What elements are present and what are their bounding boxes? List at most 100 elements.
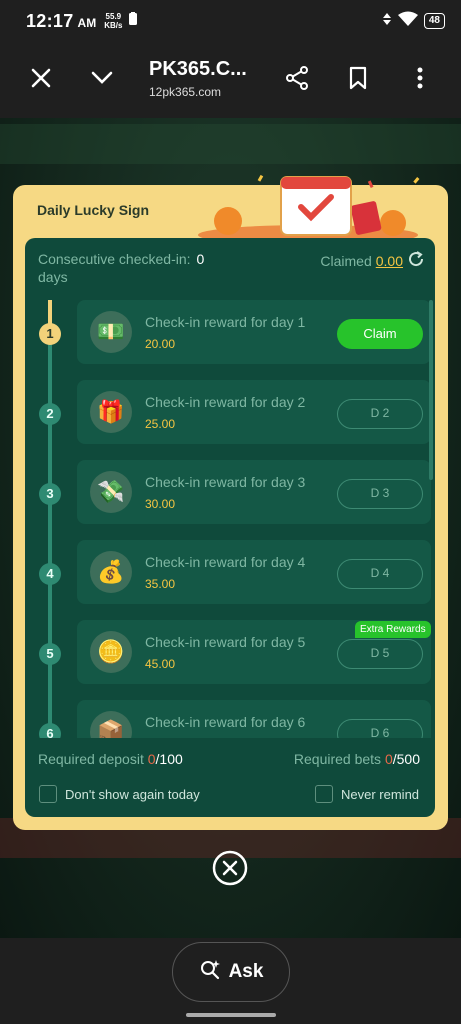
step-marker: 6 (39, 723, 61, 738)
ask-label: Ask (228, 961, 264, 982)
reward-row: 1 💵 Check-in reward for day 1 20.00 Clai… (25, 300, 435, 364)
close-tab-button[interactable] (19, 58, 63, 102)
cash-pile-icon: 💸 (90, 471, 132, 513)
reward-row: 4 💰 Check-in reward for day 4 35.00 D 4 (25, 540, 435, 604)
phone-icon (128, 11, 138, 31)
reward-row: 3 💸 Check-in reward for day 3 30.00 D 3 (25, 460, 435, 524)
day-button[interactable]: D 3 (337, 479, 423, 509)
home-indicator[interactable] (186, 1013, 276, 1017)
battery-indicator: 48 (423, 13, 445, 29)
page-title: PK365.C... (149, 58, 247, 80)
reward-amount: 45.00 (145, 657, 176, 671)
extra-rewards-badge: Extra Rewards (355, 621, 431, 638)
day-button[interactable]: D 6 (337, 719, 423, 738)
reward-amount: 25.00 (145, 417, 176, 431)
day-button[interactable]: D 4 (337, 559, 423, 589)
minimize-button[interactable] (80, 58, 124, 102)
background-header-strip (0, 124, 461, 164)
reward-card: 📦 Check-in reward for day 6 D 6 (77, 700, 431, 738)
reward-label: Check-in reward for day 2 (145, 394, 306, 410)
dont-show-today-label: Don't show again today (65, 786, 200, 802)
browser-toolbar: PK365.C... 12pk365.com (0, 42, 461, 118)
gold-coins-icon: 🪙 (90, 631, 132, 673)
claim-button[interactable]: Claim (337, 319, 423, 349)
required-bets: Required bets 0/500 (294, 751, 420, 767)
consecutive-unit: days (38, 269, 68, 285)
reward-amount: 30.00 (145, 497, 176, 511)
more-vertical-icon (417, 67, 423, 94)
required-bets-label: Required bets (293, 751, 382, 767)
day-button[interactable]: D 5 (337, 639, 423, 669)
reward-label: Check-in reward for day 1 (145, 314, 306, 330)
reward-label: Check-in reward for day 5 (145, 634, 306, 650)
reward-label: Check-in reward for day 3 (145, 474, 306, 490)
page-url: 12pk365.com (149, 85, 222, 99)
chevron-down-icon (90, 70, 114, 91)
reward-amount: 35.00 (145, 577, 176, 591)
money-stack-icon: 💵 (90, 311, 132, 353)
required-deposit-total: /100 (155, 751, 183, 767)
step-marker: 2 (39, 403, 61, 425)
network-speed-unit: KB/s (104, 21, 123, 30)
required-deposit: Required deposit 0/100 (38, 751, 183, 767)
required-deposit-current: 0 (147, 751, 156, 767)
required-bets-current: 0 (384, 751, 393, 767)
never-remind-checkbox[interactable] (315, 785, 333, 803)
ask-button[interactable]: Ask (172, 942, 290, 1002)
status-bar: 12:17 AM 55.9 KB/s 48 (0, 0, 461, 42)
modal-title: Daily Lucky Sign (37, 202, 150, 218)
reward-row: 2 🎁 Check-in reward for day 2 25.00 D 2 (25, 380, 435, 444)
bookmark-button[interactable] (336, 58, 380, 102)
reward-card: 🎁 Check-in reward for day 2 25.00 D 2 (77, 380, 431, 444)
claimed-label: Claimed (320, 252, 372, 269)
never-remind-option[interactable]: Never remind (315, 785, 419, 803)
consecutive-label: Consecutive checked-in: (38, 251, 191, 267)
day-button[interactable]: D 2 (337, 399, 423, 429)
reward-card: 💵 Check-in reward for day 1 20.00 Claim (77, 300, 431, 364)
data-arrows-icon (382, 12, 392, 31)
gift-box-icon: 🎁 (90, 391, 132, 433)
claimed-value: 0.00 (375, 252, 403, 269)
reward-amount: 20.00 (145, 337, 176, 351)
dont-show-today-option[interactable]: Don't show again today (39, 785, 200, 803)
network-speed-value: 55.9 (105, 12, 122, 21)
modal-header: Daily Lucky Sign (13, 174, 448, 243)
dont-show-today-checkbox[interactable] (39, 785, 57, 803)
bottom-bar: Ask (0, 938, 461, 1024)
close-icon (30, 67, 52, 94)
reward-card: 💸 Check-in reward for day 3 30.00 D 3 (77, 460, 431, 524)
wifi-icon (397, 11, 418, 32)
network-speed: 55.9 KB/s (104, 12, 122, 30)
bookmark-icon (348, 66, 368, 95)
step-marker: 1 (39, 323, 61, 345)
reward-label: Check-in reward for day 4 (145, 554, 306, 570)
reward-row: 6 📦 Check-in reward for day 6 D 6 (25, 700, 435, 738)
reward-list[interactable]: 1 💵 Check-in reward for day 1 20.00 Clai… (25, 300, 435, 738)
modal-panel: Consecutive checked-in: 0 days Claimed 0.… (25, 238, 435, 817)
required-deposit-label: Required deposit (38, 751, 144, 767)
share-button[interactable] (275, 58, 319, 102)
clock-ampm: AM (77, 16, 97, 30)
search-sparkle-icon (199, 958, 221, 986)
page-title-block[interactable]: PK365.C... 12pk365.com (149, 58, 247, 99)
refresh-icon[interactable] (407, 250, 425, 271)
reward-card: 🪙 Check-in reward for day 5 45.00 Extra … (77, 620, 431, 684)
share-icon (284, 65, 310, 96)
reward-row: 5 🪙 Check-in reward for day 5 45.00 Extr… (25, 620, 435, 684)
close-circle-icon (212, 850, 248, 890)
required-bets-total: /500 (392, 751, 420, 767)
more-options-button[interactable] (398, 58, 442, 102)
chest-icon: 📦 (90, 711, 132, 738)
step-marker: 3 (39, 483, 61, 505)
step-marker: 5 (39, 643, 61, 665)
reward-label: Check-in reward for day 6 (145, 714, 306, 730)
list-scrollbar[interactable] (429, 300, 433, 480)
clock-time: 12:17 (26, 10, 74, 31)
close-modal-button[interactable] (212, 850, 248, 886)
never-remind-label: Never remind (341, 786, 420, 802)
claimed-stat: Claimed 0.00 (320, 250, 425, 271)
treasure-icon: 💰 (90, 551, 132, 593)
reward-card: 💰 Check-in reward for day 4 35.00 D 4 (77, 540, 431, 604)
daily-sign-modal: Daily Lucky Sign Consecutive checked-in:… (13, 174, 448, 830)
consecutive-checkin-stat: Consecutive checked-in: 0 days (38, 250, 228, 286)
